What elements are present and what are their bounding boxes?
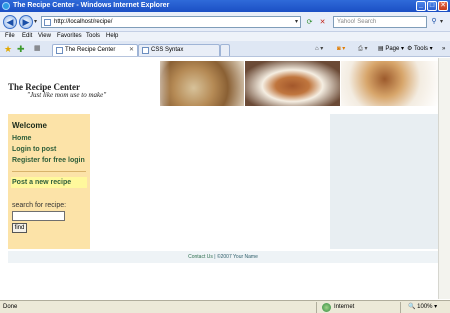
banner-fade: [150, 61, 170, 106]
site-tagline: "Just like mom use to make": [27, 91, 107, 99]
contact-us-link[interactable]: Contact Us: [188, 254, 213, 260]
sidebar-link-login[interactable]: Login to post: [12, 146, 56, 153]
status-text: Done: [3, 304, 18, 310]
tab-close-icon[interactable]: ✕: [129, 45, 134, 55]
page-menu-label: Page: [385, 46, 400, 52]
copyright-text: | ©2007 Your Name: [214, 254, 258, 260]
sidebar-link-register[interactable]: Register for free login: [12, 157, 85, 164]
search-icon[interactable]: ⚲: [429, 16, 439, 28]
new-tab-button[interactable]: [220, 44, 230, 56]
menu-favorites[interactable]: Favorites: [57, 33, 82, 40]
add-favorite-icon[interactable]: ✚: [17, 44, 25, 54]
search-placeholder: Yahoo! Search: [337, 19, 377, 25]
page-menu[interactable]: ▤ Page ▾: [378, 45, 404, 53]
refresh-icon[interactable]: ⟳: [304, 17, 315, 28]
menu-file[interactable]: File: [5, 33, 15, 40]
home-icon[interactable]: ⌂ ▾: [315, 45, 323, 53]
banner-photo-dish: [341, 61, 438, 106]
status-separator: [400, 302, 401, 313]
feeds-icon[interactable]: ◙ ▾: [337, 45, 345, 53]
sidebar-nav: Welcome Home Login to post Register for …: [8, 114, 90, 249]
internet-zone-icon: [322, 303, 331, 312]
menu-bar: File Edit View Favorites Tools Help: [0, 32, 450, 41]
ie-logo-icon: [2, 2, 10, 10]
minimize-button[interactable]: _: [416, 1, 426, 11]
main-content: [90, 114, 330, 249]
recipe-search-input[interactable]: [12, 211, 65, 221]
tab-recipe-center[interactable]: The Recipe Center ✕: [52, 44, 138, 56]
stop-icon[interactable]: ✕: [317, 17, 328, 28]
site-footer: Contact Us | ©2007 Your Name: [8, 251, 438, 263]
sidebar-link-home[interactable]: Home: [12, 135, 31, 142]
forward-arrow-icon[interactable]: ▶: [19, 15, 33, 29]
vertical-scrollbar[interactable]: [438, 58, 450, 299]
more-commands-icon[interactable]: »: [442, 45, 445, 53]
address-bar[interactable]: http://localhost/recipe/ ▾: [41, 16, 301, 28]
status-separator: [316, 302, 317, 313]
search-input[interactable]: Yahoo! Search: [333, 16, 427, 28]
banner-photo-salad: [160, 61, 244, 106]
find-button[interactable]: find: [12, 223, 27, 233]
menu-help[interactable]: Help: [106, 33, 118, 40]
status-bar: Done Internet 🔍 100% ▾: [0, 300, 450, 313]
url-dropdown-icon[interactable]: ▾: [295, 18, 298, 26]
tab-css-syntax[interactable]: CSS Syntax: [138, 44, 220, 56]
window-titlebar: The Recipe Center - Windows Internet Exp…: [0, 0, 450, 12]
tab-label: The Recipe Center: [65, 47, 116, 53]
tab-list-icon[interactable]: ▦: [34, 44, 41, 54]
tools-menu[interactable]: ⚙ Tools ▾: [407, 45, 433, 53]
history-dropdown-icon[interactable]: ▾: [34, 18, 40, 26]
print-icon[interactable]: ⎙ ▾: [358, 45, 367, 53]
zoom-value: 100%: [417, 304, 433, 310]
window-title: The Recipe Center - Windows Internet Exp…: [13, 2, 170, 9]
url-text[interactable]: http://localhost/recipe/: [54, 19, 112, 26]
zoom-level[interactable]: 🔍 100% ▾: [408, 304, 437, 311]
favorites-star-icon[interactable]: ★: [4, 44, 12, 54]
tab-bar: ★ ✚ ▦ The Recipe Center ✕ CSS Syntax ⌂ ▾…: [0, 41, 450, 57]
sidebar-welcome: Welcome: [12, 121, 47, 130]
menu-view[interactable]: View: [38, 33, 51, 40]
maximize-button[interactable]: □: [427, 1, 437, 11]
tab-label: CSS Syntax: [151, 47, 184, 53]
tab-page-icon: [142, 47, 149, 54]
search-dropdown-icon[interactable]: ▾: [440, 18, 443, 26]
security-zone[interactable]: Internet: [334, 304, 354, 311]
sidebar-divider: [12, 171, 86, 172]
menu-tools[interactable]: Tools: [86, 33, 100, 40]
web-page: The Recipe Center "Just like mom use to …: [0, 58, 450, 299]
right-column: [330, 114, 438, 249]
close-button[interactable]: ✕: [438, 1, 448, 11]
sidebar-link-post-recipe[interactable]: Post a new recipe: [11, 177, 87, 188]
tab-page-icon: [56, 47, 63, 54]
site-banner: The Recipe Center "Just like mom use to …: [0, 58, 450, 108]
tools-menu-label: Tools: [413, 46, 428, 52]
page-icon: [44, 19, 51, 26]
back-arrow-icon[interactable]: ◀: [3, 15, 17, 29]
address-toolbar: ◀ ▶ ▾ http://localhost/recipe/ ▾ ⟳ ✕ Yah…: [0, 12, 450, 32]
menu-edit[interactable]: Edit: [22, 33, 32, 40]
banner-photo-soup: [245, 61, 340, 106]
search-recipe-label: search for recipe:: [12, 202, 67, 209]
